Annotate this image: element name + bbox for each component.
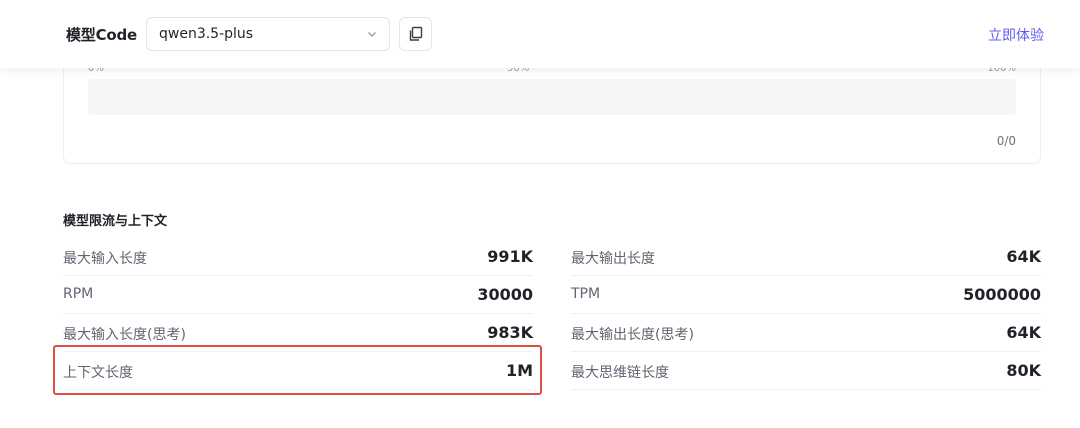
limit-value: 983K — [487, 323, 533, 342]
copy-button[interactable] — [399, 17, 432, 51]
limit-row: 最大输出长度(思考) 64K — [571, 314, 1041, 352]
limit-label: 最大输入长度(思考) — [63, 327, 186, 343]
limit-label: RPM — [63, 286, 94, 302]
limit-label: 最大输出长度(思考) — [571, 327, 694, 343]
limit-row: 最大输入长度(思考) 983K — [63, 314, 533, 352]
limit-label: 上下文长度 — [63, 365, 133, 381]
limit-value: 80K — [1006, 361, 1041, 380]
limit-row: TPM 5000000 — [571, 276, 1041, 314]
limit-row: 最大输出长度 64K — [571, 238, 1041, 276]
usage-ratio: 0/0 — [996, 134, 1016, 148]
limit-label: 最大输入长度 — [63, 251, 147, 267]
model-header: 模型Code qwen3.5-plus 立即体验 — [0, 0, 1080, 68]
limit-value: 64K — [1006, 323, 1041, 342]
limit-value: 1M — [505, 361, 533, 380]
model-select-value: qwen3.5-plus — [159, 26, 254, 42]
chevron-down-icon — [368, 32, 376, 37]
limit-label: 最大输出长度 — [571, 251, 655, 267]
limit-value: 64K — [1006, 247, 1041, 266]
limit-row: 最大思维链长度 80K — [571, 352, 1041, 390]
limit-label: TPM — [571, 286, 601, 302]
limit-value: 30000 — [477, 285, 533, 304]
limit-value: 991K — [487, 247, 533, 266]
limit-label: 最大思维链长度 — [571, 365, 669, 381]
limit-value: 5000000 — [963, 285, 1041, 304]
model-select[interactable]: qwen3.5-plus — [146, 17, 390, 51]
copy-icon — [409, 26, 423, 41]
limit-row-context-length: 上下文长度 1M — [63, 352, 533, 390]
limit-row: RPM 30000 — [63, 276, 533, 314]
page: 0% 50% 100% 0/0 模型Code qwen3.5-plus 立即体验… — [0, 0, 1080, 428]
try-now-link[interactable]: 立即体验 — [988, 25, 1044, 45]
section-title: 模型限流与上下文 — [63, 214, 168, 229]
usage-progress-bar — [88, 79, 1016, 115]
model-code-label: 模型Code — [66, 26, 138, 44]
limits-grid: 最大输入长度 991K 最大输出长度 64K RPM 30000 TPM 500… — [63, 238, 1041, 390]
limit-row: 最大输入长度 991K — [63, 238, 533, 276]
